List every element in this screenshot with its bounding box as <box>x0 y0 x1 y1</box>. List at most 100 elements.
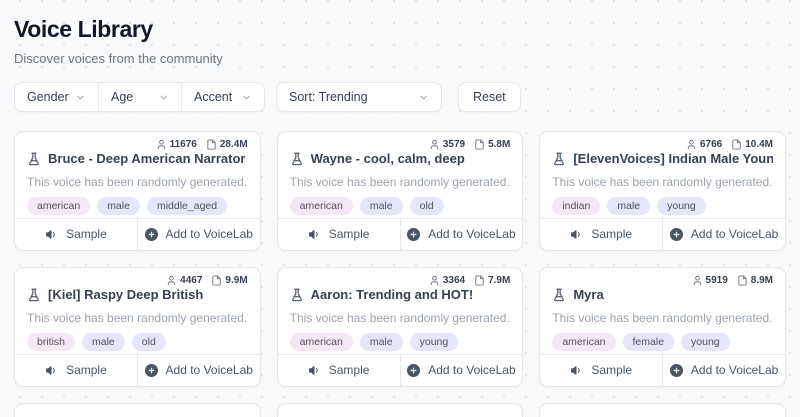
voice-tags: american male middle_aged <box>27 197 248 215</box>
generations-count: 7.9M <box>474 275 510 286</box>
voice-card: 11676 28.4M Bruce - Deep American Narrator… <box>14 131 261 251</box>
users-count: 4467 <box>166 275 202 286</box>
plus-circle-icon <box>144 363 158 377</box>
voice-card: 3579 5.8M Wayne - cool, calm, deep This voi… <box>276 131 524 251</box>
voice-card: 4467 9.9M [Kiel] Raspy Deep British This vo… <box>14 267 261 387</box>
voice-title-row: [ElevenVoices] Indian Male Young <box>552 151 773 166</box>
voice-tag: middle_aged <box>146 197 228 215</box>
sample-button[interactable]: Sample <box>278 355 400 386</box>
sample-button[interactable]: Sample <box>540 355 662 386</box>
sample-button-label: Sample <box>591 227 633 241</box>
voice-tag: american <box>27 197 91 215</box>
speaker-icon <box>45 364 58 377</box>
plus-circle-icon <box>407 227 421 241</box>
generations-count: 10.4M <box>731 139 773 150</box>
add-to-voicelab-button[interactable]: Add to VoiceLab <box>399 355 523 386</box>
add-to-voicelab-button[interactable]: Add to VoiceLab <box>136 219 260 250</box>
user-icon <box>156 139 167 150</box>
sample-button[interactable]: Sample <box>278 219 400 250</box>
voice-title-row: Wayne - cool, calm, deep <box>290 151 511 166</box>
voice-card-stats: 3364 7.9M <box>290 275 510 286</box>
voice-tag: young <box>681 333 730 351</box>
chevron-down-icon <box>241 92 252 103</box>
add-to-voicelab-label: Add to VoiceLab <box>165 227 253 241</box>
filter-dropdown-accent[interactable]: Accent <box>181 83 264 111</box>
users-count: 3364 <box>429 275 465 286</box>
voice-tags: american male young <box>289 333 511 351</box>
voice-title-row: Myra <box>552 287 773 302</box>
voice-card-footer: Sample Add to VoiceLab <box>540 354 785 386</box>
filter-bar: Gender Age Accent Sort: Trending Reset <box>14 82 786 112</box>
speaker-icon <box>45 228 58 241</box>
chevron-down-icon <box>418 92 429 103</box>
voice-card-footer: Sample Add to VoiceLab <box>277 218 523 250</box>
plus-circle-icon <box>144 227 158 241</box>
voice-card-stats: 5919 8.9M <box>552 275 773 286</box>
voice-card-stats: 4467 9.9M <box>27 275 248 286</box>
file-icon <box>731 139 742 150</box>
partial-card <box>276 403 524 417</box>
generations-count: 8.9M <box>737 275 773 286</box>
add-to-voicelab-label: Add to VoiceLab <box>428 227 516 241</box>
file-icon <box>737 275 748 286</box>
filter-dropdown-label: Gender <box>27 90 69 104</box>
voice-card-body: 4467 9.9M [Kiel] Raspy Deep British This vo… <box>15 268 260 354</box>
file-icon <box>211 275 222 286</box>
users-count: 6766 <box>686 139 722 150</box>
filter-dropdown-gender[interactable]: Gender <box>15 83 98 111</box>
sample-button-label: Sample <box>591 363 633 377</box>
voice-description: This voice has been randomly generated. <box>552 311 773 325</box>
voice-description: This voice has been randomly generated. <box>289 175 510 189</box>
add-to-voicelab-button[interactable]: Add to VoiceLab <box>399 219 523 250</box>
voice-card-body: 5919 8.9M Myra This voice has been randomly… <box>540 268 785 354</box>
generations-count: 5.8M <box>474 139 510 150</box>
filter-dropdown-age[interactable]: Age <box>98 83 181 111</box>
reset-button[interactable]: Reset <box>458 82 521 112</box>
voice-grid: 11676 28.4M Bruce - Deep American Narrator… <box>14 131 786 387</box>
voice-title-row: Aaron: Trending and HOT! <box>290 287 511 302</box>
chevron-down-icon <box>158 92 169 103</box>
voice-tag: old <box>409 197 444 215</box>
add-to-voicelab-label: Add to VoiceLab <box>165 363 253 377</box>
generations-count: 28.4M <box>206 139 248 150</box>
file-icon <box>474 139 485 150</box>
voice-title-row: Bruce - Deep American Narrator Voice <box>27 151 248 166</box>
voice-tag: male <box>607 197 651 215</box>
speaker-icon <box>570 228 583 241</box>
filter-dropdown-label: Age <box>111 90 134 104</box>
voice-card-body: 11676 28.4M Bruce - Deep American Narrator… <box>15 132 260 218</box>
add-to-voicelab-button[interactable]: Add to VoiceLab <box>136 355 260 386</box>
user-icon <box>429 275 440 286</box>
voice-tag: indian <box>552 197 601 215</box>
sample-button[interactable]: Sample <box>15 219 137 250</box>
voice-tag: american <box>289 197 353 215</box>
voice-card-footer: Sample Add to VoiceLab <box>15 354 260 386</box>
voice-tag: male <box>97 197 140 215</box>
flask-icon <box>290 288 304 302</box>
flask-icon <box>27 288 41 302</box>
voice-card-footer: Sample Add to VoiceLab <box>277 354 523 386</box>
add-to-voicelab-button[interactable]: Add to VoiceLab <box>662 219 785 250</box>
sample-button[interactable]: Sample <box>15 355 137 386</box>
users-count: 5919 <box>692 275 728 286</box>
flask-icon <box>27 152 41 166</box>
speaker-icon <box>570 364 583 377</box>
voice-card-body: 6766 10.4M [ElevenVoices] Indian Male Youn… <box>540 132 785 218</box>
sample-button-label: Sample <box>66 227 107 241</box>
user-icon <box>166 275 177 286</box>
voice-card: 5919 8.9M Myra This voice has been randomly… <box>539 267 786 387</box>
voice-card-stats: 11676 28.4M <box>27 139 248 150</box>
chevron-down-icon <box>75 92 86 103</box>
speaker-icon <box>308 364 321 377</box>
file-icon <box>206 139 217 150</box>
sort-select[interactable]: Sort: Trending <box>276 82 442 112</box>
generations-count: 9.9M <box>211 275 248 286</box>
plus-circle-icon <box>669 227 683 241</box>
voice-name: Bruce - Deep American Narrator Voice <box>48 151 248 166</box>
voice-card-body: 3579 5.8M Wayne - cool, calm, deep This voi… <box>278 132 523 218</box>
voice-name: Myra <box>573 287 604 302</box>
voice-name: Wayne - cool, calm, deep <box>310 151 465 166</box>
sample-button[interactable]: Sample <box>540 219 662 250</box>
voice-tags: indian male young <box>552 197 773 215</box>
add-to-voicelab-button[interactable]: Add to VoiceLab <box>662 355 785 386</box>
